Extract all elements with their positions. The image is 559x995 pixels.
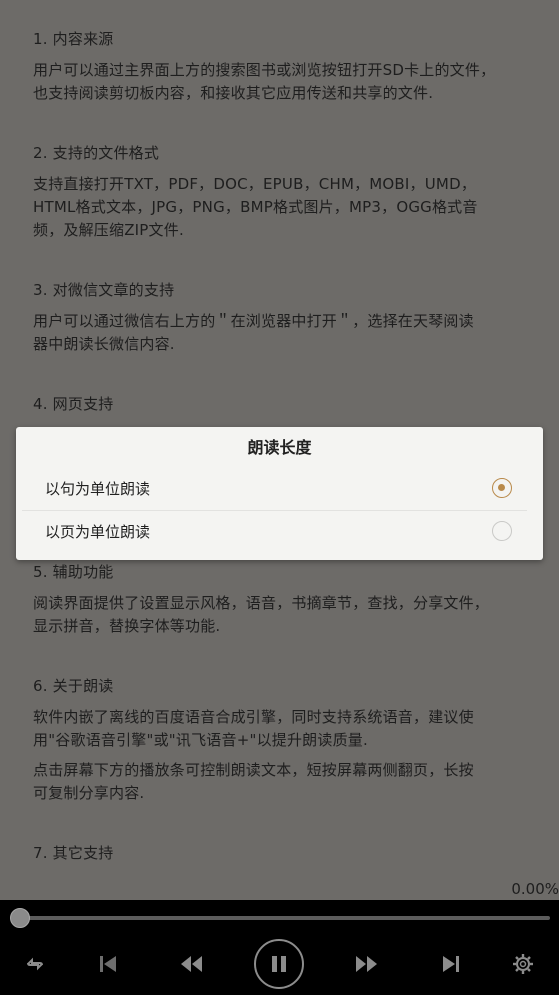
text-line: 也支持阅读剪切板内容，和接收其它应用传送和共享的文件. xyxy=(33,84,434,102)
progress-slider-track[interactable] xyxy=(20,916,550,920)
radio-selected-icon[interactable] xyxy=(492,478,512,498)
text-line: 用"谷歌语音引擎"或"讯飞语音+"以提升朗读质量. xyxy=(33,731,368,749)
skip-next-icon[interactable] xyxy=(431,944,471,984)
section-heading: 6. 关于朗读 xyxy=(33,677,114,695)
text-line: 软件内嵌了离线的百度语音合成引擎，同时支持系统语音，建议使 xyxy=(33,708,474,726)
section-5: 5. 辅助功能 阅读界面提供了设置显示风格，语音，书摘章节，查找，分享文件， 显… xyxy=(33,561,533,638)
repeat-icon[interactable] xyxy=(15,944,55,984)
option-label: 以句为单位朗读 xyxy=(45,480,151,498)
section-heading: 4. 网页支持 xyxy=(33,395,114,413)
dialog-divider xyxy=(22,510,527,511)
section-heading: 7. 其它支持 xyxy=(33,844,114,862)
section-7: 7. 其它支持 xyxy=(33,842,533,865)
section-6: 6. 关于朗读 软件内嵌了离线的百度语音合成引擎，同时支持系统语音，建议使 用"… xyxy=(33,675,533,805)
progress-slider-thumb[interactable] xyxy=(10,908,30,928)
section-heading: 3. 对微信文章的支持 xyxy=(33,281,175,299)
text-line: 频，及解压缩ZIP文件. xyxy=(33,221,184,239)
radio-unselected-icon[interactable] xyxy=(492,521,512,541)
fast-forward-icon[interactable] xyxy=(346,944,386,984)
section-1: 1. 内容来源 用户可以通过主界面上方的搜索图书或浏览按钮打开SD卡上的文件， … xyxy=(33,28,533,105)
reading-progress-text: 0.00% xyxy=(511,880,559,898)
text-line: 用户可以通过主界面上方的搜索图书或浏览按钮打开SD卡上的文件， xyxy=(33,61,496,79)
dialog-title: 朗读长度 xyxy=(247,438,312,457)
section-heading: 2. 支持的文件格式 xyxy=(33,144,160,162)
option-page[interactable]: 以页为单位朗读 xyxy=(16,511,543,553)
section-paragraph: 用户可以通过主界面上方的搜索图书或浏览按钮打开SD卡上的文件， 也支持阅读剪切板… xyxy=(33,59,533,105)
text-line: 点击屏幕下方的播放条可控制朗读文本，短按屏幕两侧翻页，长按 xyxy=(33,761,474,779)
skip-previous-icon[interactable] xyxy=(88,944,128,984)
section-3: 3. 对微信文章的支持 用户可以通过微信右上方的＂在浏览器中打开＂，选择在天琴阅… xyxy=(33,279,533,356)
section-paragraph: 用户可以通过微信右上方的＂在浏览器中打开＂，选择在天琴阅读 器中朗读长微信内容. xyxy=(33,310,533,356)
read-length-dialog: 朗读长度 以句为单位朗读 以页为单位朗读 xyxy=(16,427,543,560)
text-line: 器中朗读长微信内容. xyxy=(33,335,175,353)
text-line: 可复制分享内容. xyxy=(33,784,145,802)
section-4: 4. 网页支持 xyxy=(33,393,533,416)
section-heading: 5. 辅助功能 xyxy=(33,563,114,581)
gear-icon[interactable] xyxy=(503,944,543,984)
rewind-icon[interactable] xyxy=(172,944,212,984)
section-paragraph: 阅读界面提供了设置显示风格，语音，书摘章节，查找，分享文件， 显示拼音，替换字体… xyxy=(33,592,533,638)
option-sentence[interactable]: 以句为单位朗读 xyxy=(16,468,543,510)
text-line: 阅读界面提供了设置显示风格，语音，书摘章节，查找，分享文件， xyxy=(33,594,490,612)
section-paragraph: 点击屏幕下方的播放条可控制朗读文本，短按屏幕两侧翻页，长按 可复制分享内容. xyxy=(33,759,533,805)
text-line: 用户可以通过微信右上方的＂在浏览器中打开＂，选择在天琴阅读 xyxy=(33,312,474,330)
section-heading: 1. 内容来源 xyxy=(33,30,114,48)
section-2: 2. 支持的文件格式 支持直接打开TXT，PDF，DOC，EPUB，CHM，MO… xyxy=(33,142,533,242)
text-line: HTML格式文本，JPG，PNG，BMP格式图片，MP3，OGG格式音 xyxy=(33,198,478,216)
pause-button[interactable] xyxy=(254,939,304,989)
text-line: 支持直接打开TXT，PDF，DOC，EPUB，CHM，MOBI，UMD， xyxy=(33,175,477,193)
text-line: 显示拼音，替换字体等功能. xyxy=(33,617,221,635)
section-paragraph: 软件内嵌了离线的百度语音合成引擎，同时支持系统语音，建议使 用"谷歌语音引擎"或… xyxy=(33,706,533,752)
pause-icon xyxy=(272,956,286,972)
option-label: 以页为单位朗读 xyxy=(45,523,151,541)
section-paragraph: 支持直接打开TXT，PDF，DOC，EPUB，CHM，MOBI，UMD， HTM… xyxy=(33,173,533,242)
